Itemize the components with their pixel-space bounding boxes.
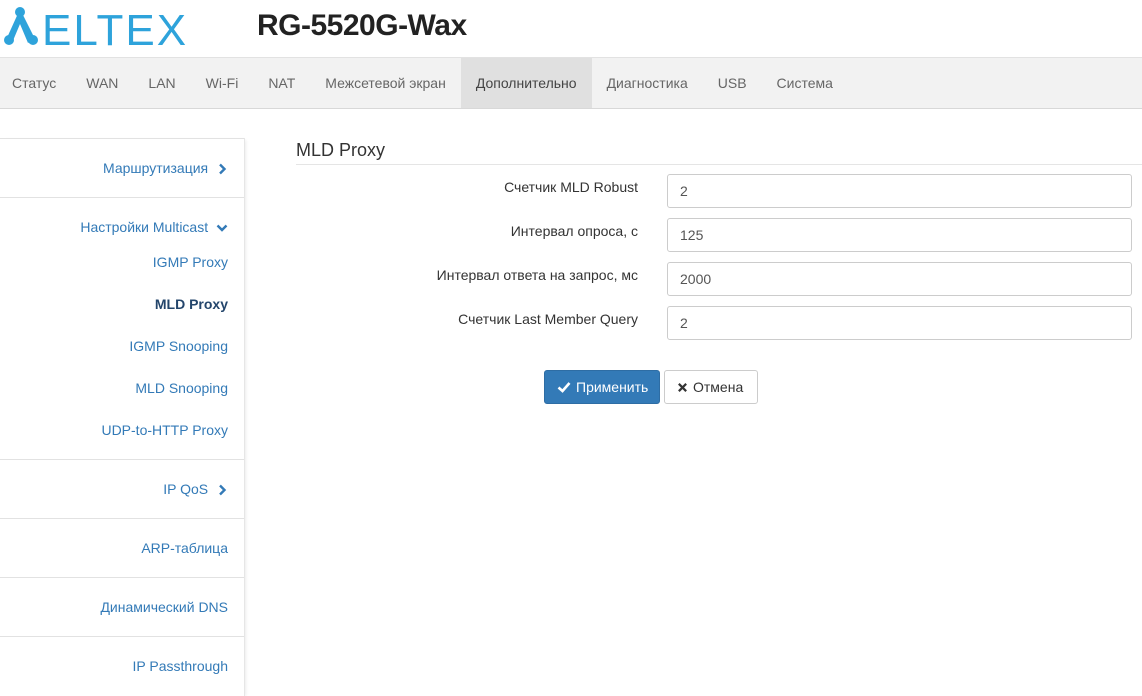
query-interval-input[interactable]	[667, 218, 1132, 252]
sidebar-subitem-mld-snooping[interactable]: MLD Snooping	[0, 367, 228, 409]
last-member-query-input[interactable]	[667, 306, 1132, 340]
form-row-mld-robust: Счетчик MLD Robust	[296, 165, 1142, 209]
apply-button-label: Применить	[576, 379, 649, 395]
field-label: Счетчик MLD Robust	[504, 179, 638, 195]
multicast-submenu: IGMP Proxy MLD Proxy IGMP Snooping MLD S…	[0, 241, 228, 459]
device-model-title: RG-5520G-Wax	[257, 9, 467, 42]
form-actions: Применить Отмена	[544, 370, 758, 404]
form-row-last-member-query: Счетчик Last Member Query	[296, 297, 1142, 341]
sidebar-item-ipqos[interactable]: IP QoS	[0, 460, 228, 518]
page-title: MLD Proxy	[296, 140, 1142, 165]
chevron-down-icon	[216, 224, 228, 232]
field-label: Счетчик Last Member Query	[458, 311, 638, 327]
eltex-logo-icon: ELTEX	[4, 6, 188, 48]
sidebar-group-routing: Маршрутизация	[0, 138, 244, 197]
nav-tab-advanced[interactable]: Дополнительно	[460, 58, 592, 108]
nav-tab-firewall[interactable]: Межсетевой экран	[310, 58, 461, 108]
sidebar-item-routing[interactable]: Маршрутизация	[0, 139, 228, 197]
sidebar-group-passthrough: IP Passthrough	[0, 636, 244, 695]
field-label: Интервал опроса, с	[510, 223, 638, 239]
cancel-button[interactable]: Отмена	[664, 370, 758, 404]
chevron-right-icon	[219, 163, 227, 175]
apply-button[interactable]: Применить	[544, 370, 660, 404]
nav-tab-status[interactable]: Статус	[0, 58, 71, 108]
main-content: MLD Proxy Счетчик MLD Robust Интервал оп…	[296, 140, 1142, 404]
nav-tab-diagnostics[interactable]: Диагностика	[592, 58, 703, 108]
sidebar-item-arp-table[interactable]: ARP-таблица	[0, 519, 228, 577]
nav-tab-lan[interactable]: LAN	[133, 58, 190, 108]
nav-tab-system[interactable]: Система	[762, 58, 848, 108]
nav-tab-wifi[interactable]: Wi-Fi	[191, 58, 254, 108]
header: ELTEX RG-5520G-Wax	[0, 0, 1142, 57]
sidebar-group-arp: ARP-таблица	[0, 518, 244, 577]
nav-tab-wan[interactable]: WAN	[71, 58, 133, 108]
sidebar-subitem-udp-to-http-proxy[interactable]: UDP-to-HTTP Proxy	[0, 409, 228, 451]
sidebar-item-label: Маршрутизация	[103, 160, 209, 176]
nav-tab-nat[interactable]: NAT	[253, 58, 310, 108]
nav-tab-usb[interactable]: USB	[703, 58, 762, 108]
chevron-right-icon	[219, 484, 227, 496]
svg-text:ELTEX: ELTEX	[42, 6, 188, 48]
sidebar-group-multicast: Настройки Multicast IGMP Proxy MLD Proxy…	[0, 197, 244, 459]
cancel-button-label: Отмена	[693, 379, 744, 395]
sidebar: Маршрутизация Настройки Multicast IGMP P…	[0, 138, 245, 696]
sidebar-subitem-igmp-snooping[interactable]: IGMP Snooping	[0, 325, 228, 367]
check-icon	[557, 382, 571, 393]
sidebar-subitem-mld-proxy[interactable]: MLD Proxy	[0, 283, 228, 325]
top-nav: Статус WAN LAN Wi-Fi NAT Межсетевой экра…	[0, 57, 1142, 109]
field-label: Интервал ответа на запрос, мс	[436, 267, 638, 283]
response-interval-input[interactable]	[667, 262, 1132, 296]
sidebar-item-dynamic-dns[interactable]: Динамический DNS	[0, 578, 228, 636]
form-row-response-interval: Интервал ответа на запрос, мс	[296, 253, 1142, 297]
sidebar-item-ip-passthrough[interactable]: IP Passthrough	[0, 637, 228, 695]
form-row-query-interval: Интервал опроса, с	[296, 209, 1142, 253]
close-icon	[678, 382, 687, 392]
settings-form: Счетчик MLD Robust Интервал опроса, с Ин…	[296, 165, 1142, 341]
mld-robust-input[interactable]	[667, 174, 1132, 208]
sidebar-group-ddns: Динамический DNS	[0, 577, 244, 636]
sidebar-item-label: Настройки Multicast	[80, 219, 209, 235]
sidebar-group-ipqos: IP QoS	[0, 459, 244, 518]
sidebar-item-label: IP QoS	[163, 481, 209, 497]
